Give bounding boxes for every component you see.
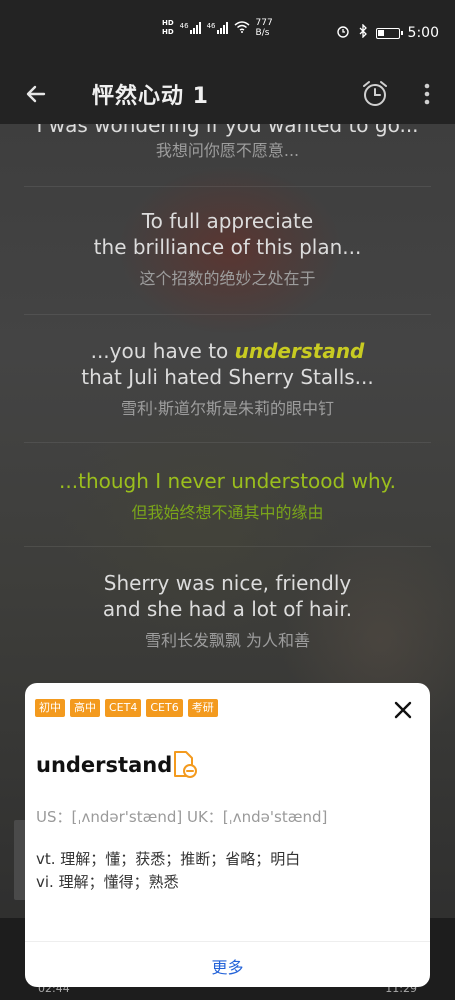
subtitle-zh: 但我始终想不通其中的缘由 [131,503,324,522]
subtitle-list[interactable]: I was wondering if you wanted to go... 我… [0,124,455,684]
subtitle-zh: 我想问你愿不愿意... [155,141,300,160]
close-icon [394,701,412,719]
level-tag: CET4 [105,699,142,717]
level-tag: 初中 [35,699,65,717]
subtitle-cue[interactable]: To full appreciate the brilliance of thi… [0,208,455,290]
subtitle-en: Sherry was nice, friendly [103,571,352,595]
back-arrow-icon [26,85,46,103]
bluetooth-icon [358,23,368,42]
page-title: 怦然心动 1 [92,84,209,109]
battery-icon [375,27,403,39]
net-speed: 777 B/s [255,18,273,38]
close-button[interactable] [390,697,416,723]
subtitle-cue[interactable]: ...you have to understand that Juli hate… [0,338,455,420]
subtitle-zh: 雪利·斯道尔斯是朱莉的眼中钉 [120,399,335,418]
subtitle-en: I was wondering if you wanted to go... [36,124,419,137]
subtitle-en: the brilliance of this plan... [93,235,362,259]
alarm-status-icon [336,24,350,42]
subtitle-en: ...you have to understand [90,339,365,363]
level-tags: 初中 高中 CET4 CET6 考研 [35,699,218,717]
alarm-clock-icon [363,81,387,106]
highlighted-word[interactable]: understand [235,339,365,363]
signal-icon: 46 [180,22,201,34]
divider [24,442,431,443]
clock-time: 5:00 [407,25,439,41]
divider [25,941,430,942]
more-options-button[interactable] [414,76,440,112]
alarm-button[interactable] [356,74,394,114]
status-bar: HD HD 46 46 777 B/s 5:00 [0,0,455,64]
subtitle-cue[interactable]: I was wondering if you wanted to go... 我… [0,124,455,162]
subtitle-en: To full appreciate [141,209,314,233]
subtitle-cue-active[interactable]: ...though I never understood why. 但我始终想不… [0,468,455,524]
dictionary-popup: 初中 高中 CET4 CET6 考研 understand US：[ˌʌndər… [25,683,430,987]
subtitle-en: that Juli hated Sherry Stalls... [81,365,374,389]
divider [24,546,431,547]
divider [24,314,431,315]
level-tag: 考研 [187,699,218,717]
wordbook-remove-icon [174,751,197,778]
add-to-wordbook-button[interactable] [170,749,200,781]
subtitle-zh: 雪利长发飘飘 为人和善 [144,631,311,650]
definitions: vt. 理解；懂；获悉；推断；省略；明白 vi. 理解；懂得；熟悉 [36,848,300,894]
signal-icon-2: 46 [207,22,228,34]
definition-line: vt. 理解；懂；获悉；推断；省略；明白 [36,850,301,868]
more-button[interactable]: 更多 [25,954,430,978]
app-bar: 怦然心动 1 [0,64,455,124]
subtitle-cue[interactable]: Sherry was nice, friendly and she had a … [0,570,455,652]
more-vertical-icon [424,83,430,105]
phonetic: US：[ˌʌndər'stænd] UK：[ˌʌndə'stænd] [36,808,328,826]
level-tag: 高中 [70,699,100,717]
dictionary-word: understand [36,753,173,777]
hd-icon: HD HD [162,19,174,36]
subtitle-zh: 这个招数的绝妙之处在于 [139,269,316,288]
wifi-icon [234,20,250,36]
subtitle-en: ...though I never understood why. [59,469,396,493]
back-button[interactable] [18,76,54,112]
divider [24,186,431,187]
level-tag: CET6 [146,699,183,717]
subtitle-en: and she had a lot of hair. [102,597,353,621]
definition-line: vi. 理解；懂得；熟悉 [36,873,179,891]
